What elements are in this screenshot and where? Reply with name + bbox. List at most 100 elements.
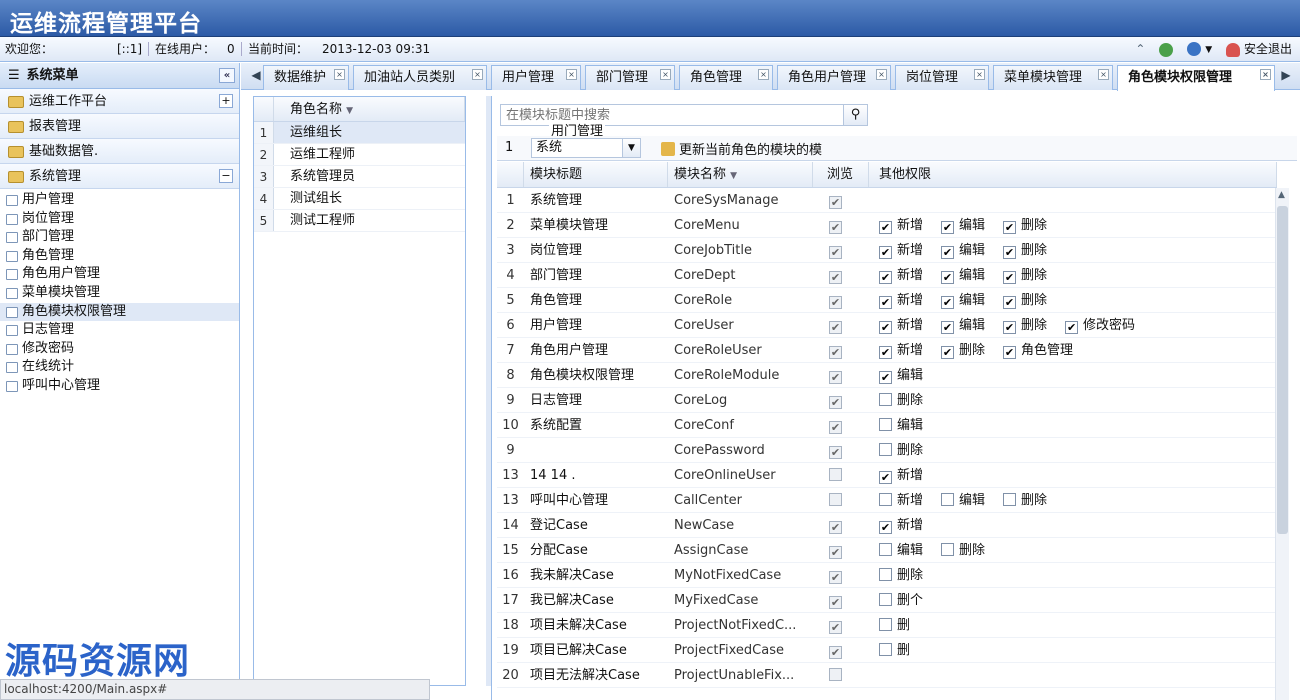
permission-option[interactable]: 编辑 [941, 213, 985, 237]
tab-scroll-right-icon[interactable]: ▶ [1279, 68, 1293, 84]
permission-option[interactable]: 删除 [879, 563, 923, 587]
search-icon[interactable]: ⚲ [843, 105, 867, 125]
col-module-name[interactable]: 模块名称 ▼ [668, 162, 813, 187]
scroll-up-icon[interactable]: ▲ [1278, 190, 1285, 200]
module-row[interactable]: 10 系统配置 CoreConf 编辑 [497, 413, 1277, 438]
help-icon[interactable]: ▼ [1187, 36, 1212, 63]
sidebar-item-role-users[interactable]: 角色用户管理 [0, 265, 239, 284]
role-name-column-header[interactable]: 角色名称 ▼ [274, 97, 465, 121]
expand-icon[interactable]: + [219, 94, 233, 108]
module-row[interactable]: 4 部门管理 CoreDept 新增 编辑 删除 [497, 263, 1277, 288]
permission-option[interactable]: 编辑 [879, 413, 923, 437]
browse-checkbox[interactable] [829, 296, 842, 309]
tab-roles[interactable]: 角色管理 × [679, 65, 773, 90]
role-row[interactable]: 4 测试组长 [254, 188, 465, 210]
sidebar-item-change-password[interactable]: 修改密码 [0, 340, 239, 359]
module-row[interactable]: 20 项目无法解决Case ProjectUnableFix... [497, 663, 1277, 688]
browse-checkbox[interactable] [829, 668, 842, 681]
permission-checkbox[interactable] [941, 246, 955, 259]
browse-checkbox[interactable] [829, 321, 842, 334]
permission-option[interactable]: 删除 [1003, 488, 1047, 512]
permission-option[interactable]: 删除 [1003, 213, 1047, 237]
close-icon[interactable]: × [472, 69, 483, 80]
permission-option[interactable]: 新增 [879, 213, 923, 237]
permission-checkbox[interactable] [879, 568, 892, 581]
permission-checkbox[interactable] [1003, 493, 1017, 506]
permission-checkbox[interactable] [879, 643, 892, 656]
permission-checkbox[interactable] [879, 271, 892, 284]
tab-role-users[interactable]: 角色用户管理 × [777, 65, 891, 90]
system-select[interactable]: 系统 ▼ [531, 138, 641, 158]
permission-option[interactable]: 编辑 [941, 238, 985, 262]
role-row[interactable]: 3 系统管理员 [254, 166, 465, 188]
permission-option[interactable]: 编辑 [941, 288, 985, 312]
browse-checkbox[interactable] [829, 271, 842, 284]
permission-checkbox[interactable] [1003, 296, 1017, 309]
permission-checkbox[interactable] [941, 321, 955, 334]
col-browse[interactable]: 浏览 [813, 162, 869, 187]
permission-option[interactable]: 删除 [1003, 238, 1047, 262]
vertical-scrollbar[interactable]: ▲ [1275, 188, 1289, 700]
close-icon[interactable]: × [566, 69, 577, 80]
permission-option[interactable]: 删除 [941, 538, 985, 562]
collapse-up-icon[interactable]: ⌃ [1135, 37, 1145, 62]
module-row[interactable]: 18 项目未解决Case ProjectNotFixedC... 删 [497, 613, 1277, 638]
col-module-title[interactable]: 模块标题 [524, 162, 668, 187]
browse-checkbox[interactable] [829, 521, 842, 534]
module-row[interactable]: 17 我已解决Case MyFixedCase 删个 [497, 588, 1277, 613]
sidebar-item-call-center[interactable]: 呼叫中心管理 [0, 377, 239, 396]
module-row[interactable]: 7 角色用户管理 CoreRoleUser 新增 删除 角色管理 [497, 338, 1277, 363]
permission-option[interactable]: 编辑 [879, 363, 923, 387]
permission-option[interactable]: 编辑 [941, 263, 985, 287]
tab-users[interactable]: 用户管理 × [491, 65, 581, 90]
sidebar-item-jobs[interactable]: 岗位管理 [0, 210, 239, 229]
permission-option[interactable]: 删 [879, 613, 910, 637]
browse-checkbox[interactable] [829, 596, 842, 609]
permission-checkbox[interactable] [879, 296, 892, 309]
permission-option[interactable]: 新增 [879, 313, 923, 337]
browse-checkbox[interactable] [829, 621, 842, 634]
close-icon[interactable]: × [1098, 69, 1109, 80]
update-permissions-button[interactable]: 更新当前角色的模块的模 [661, 139, 822, 158]
permission-checkbox[interactable] [941, 543, 955, 556]
module-row[interactable]: 1 系统管理 CoreSysManage [497, 188, 1277, 213]
sidebar-item-roles[interactable]: 角色管理 [0, 247, 239, 266]
permission-checkbox[interactable] [879, 221, 892, 234]
module-row[interactable]: 19 项目已解决Case ProjectFixedCase 删 [497, 638, 1277, 663]
browse-checkbox[interactable] [829, 246, 842, 259]
close-icon[interactable]: × [758, 69, 769, 80]
permission-checkbox[interactable] [879, 393, 892, 406]
module-row[interactable]: 3 岗位管理 CoreJobTitle 新增 编辑 删除 [497, 238, 1277, 263]
tab-station-staff[interactable]: 加油站人员类别 × [353, 65, 487, 90]
sidebar-group-system[interactable]: 系统管理 − [0, 164, 239, 189]
role-row[interactable]: 2 运维工程师 [254, 144, 465, 166]
permission-option[interactable]: 删除 [879, 388, 923, 412]
permission-checkbox[interactable] [879, 471, 892, 484]
module-row[interactable]: 15 分配Case AssignCase 编辑 删除 [497, 538, 1277, 563]
permission-option[interactable]: 新增 [879, 288, 923, 312]
permission-option[interactable]: 编辑 [941, 488, 985, 512]
sidebar-item-online-stats[interactable]: 在线统计 [0, 358, 239, 377]
browse-checkbox[interactable] [829, 493, 842, 506]
sidebar-item-role-module-perms[interactable]: 角色模块权限管理 [0, 302, 239, 322]
module-row[interactable]: 5 角色管理 CoreRole 新增 编辑 删除 [497, 288, 1277, 313]
browse-checkbox[interactable] [829, 546, 842, 559]
role-row[interactable]: 1 运维组长 [254, 122, 465, 144]
permission-option[interactable]: 删 [879, 638, 910, 662]
close-icon[interactable]: × [334, 69, 345, 80]
refresh-icon[interactable] [1159, 42, 1174, 57]
browse-checkbox[interactable] [829, 421, 842, 434]
permission-checkbox[interactable] [879, 246, 892, 259]
sidebar-collapse-button[interactable]: « [219, 68, 235, 83]
tab-menu-modules[interactable]: 菜单模块管理 × [993, 65, 1113, 90]
permission-checkbox[interactable] [879, 346, 892, 359]
permission-option[interactable]: 修改密码 [1065, 313, 1135, 337]
permission-checkbox[interactable] [879, 321, 892, 334]
sidebar-group-basedata[interactable]: 基础数据管. [0, 139, 239, 164]
permission-checkbox[interactable] [879, 543, 892, 556]
close-icon[interactable]: × [974, 69, 985, 80]
permission-checkbox[interactable] [879, 371, 892, 384]
permission-checkbox[interactable] [1003, 346, 1017, 359]
sidebar-item-logs[interactable]: 日志管理 [0, 321, 239, 340]
module-row[interactable]: 13 呼叫中心管理 CallCenter 新增 编辑 删除 [497, 488, 1277, 513]
